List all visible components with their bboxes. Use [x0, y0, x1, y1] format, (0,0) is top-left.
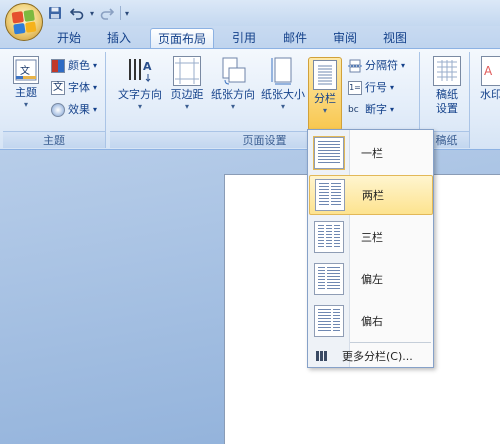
hyphenation-button[interactable]: bc 断字 ▾: [348, 100, 394, 120]
page-background-group: A 水印: [474, 52, 500, 148]
themes-icon: 文: [13, 56, 39, 84]
margins-label: 页边距: [170, 88, 204, 101]
manuscript-settings-button[interactable]: 稿纸 设置: [426, 56, 468, 128]
tab-mailings[interactable]: 邮件: [280, 28, 310, 48]
line-numbers-icon: 1=: [348, 81, 362, 95]
qat-separator: [120, 6, 122, 20]
columns-label: 分栏: [314, 92, 336, 105]
margins-button[interactable]: 页边距 ▾: [168, 56, 206, 128]
two-columns-label: 两栏: [362, 189, 384, 202]
watermark-label: 水印: [480, 88, 500, 101]
hyphenation-icon: bc: [348, 105, 359, 115]
left-column-icon: [314, 263, 344, 295]
breaks-icon: [348, 59, 362, 73]
tab-review[interactable]: 审阅: [330, 28, 360, 48]
one-column-label: 一栏: [361, 147, 383, 160]
two-columns-icon: [315, 179, 345, 211]
text-direction-icon: A: [126, 56, 154, 86]
manuscript-settings-label-1: 稿纸: [436, 88, 458, 101]
themes-button[interactable]: 文 主题 ▾: [6, 56, 46, 128]
theme-colors-label: 颜色: [68, 59, 90, 72]
undo-icon[interactable]: [68, 4, 86, 22]
breaks-button[interactable]: 分隔符 ▾: [348, 56, 405, 76]
paper-size-button[interactable]: 纸张大小 ▾: [260, 56, 306, 128]
orientation-icon: [219, 56, 247, 86]
more-columns-label: 更多分栏(C)...: [342, 350, 413, 363]
redo-icon[interactable]: [98, 4, 116, 22]
theme-colors-button[interactable]: 颜色 ▾: [51, 56, 97, 76]
menu-item-two-columns[interactable]: 两栏: [309, 175, 433, 215]
menu-item-left[interactable]: 偏左: [309, 259, 433, 299]
theme-effects-label: 效果: [68, 103, 90, 116]
tab-references[interactable]: 引用: [229, 28, 259, 48]
line-numbers-button[interactable]: 1= 行号 ▾: [348, 78, 394, 98]
themes-label: 主题: [15, 86, 37, 99]
more-columns-icon: [316, 351, 328, 361]
menu-separator: [350, 342, 431, 343]
columns-button[interactable]: 分栏 ▾: [308, 57, 342, 131]
svg-text:A: A: [143, 60, 152, 73]
text-direction-button[interactable]: A 文字方向 ▾: [114, 56, 166, 128]
tab-home[interactable]: 开始: [54, 28, 84, 48]
save-icon[interactable]: [46, 4, 64, 22]
chevron-down-icon: ▾: [322, 106, 327, 115]
chevron-down-icon: ▾: [23, 100, 28, 109]
theme-effects-button[interactable]: 效果 ▾: [51, 100, 97, 120]
orientation-button[interactable]: 纸张方向 ▾: [210, 56, 256, 128]
columns-icon: [313, 60, 337, 90]
manuscript-icon: [433, 56, 461, 86]
chevron-down-icon: ▾: [137, 102, 142, 111]
orientation-label: 纸张方向: [211, 88, 255, 101]
columns-dropdown-menu: 一栏 两栏 三栏 偏左 偏右 更多分栏(C)...: [307, 129, 434, 368]
tab-insert[interactable]: 插入: [104, 28, 134, 48]
office-logo-icon: [11, 9, 37, 35]
paper-size-label: 纸张大小: [261, 88, 305, 101]
margins-icon: [173, 56, 201, 86]
palette-icon: [51, 59, 65, 73]
watermark-button[interactable]: A 水印: [480, 56, 500, 128]
one-column-icon: [313, 136, 345, 170]
tab-page-layout[interactable]: 页面布局: [150, 28, 214, 48]
hyphenation-label: 断字: [365, 103, 387, 116]
menu-item-one-column[interactable]: 一栏: [309, 133, 433, 173]
breaks-label: 分隔符: [365, 59, 398, 72]
svg-text:A: A: [484, 64, 493, 78]
theme-group: 文 主题 ▾ 颜色 ▾ 文 字体 ▾ 效果 ▾ 主题: [3, 52, 106, 148]
effects-icon: [51, 103, 65, 117]
quick-access-toolbar: ▾ ▾: [46, 4, 129, 22]
svg-text:文: 文: [20, 64, 30, 77]
chevron-down-icon: ▾: [280, 102, 285, 111]
undo-dropdown-icon[interactable]: ▾: [90, 9, 94, 18]
theme-fonts-label: 字体: [68, 81, 90, 94]
tab-view[interactable]: 视图: [380, 28, 410, 48]
font-icon: 文: [51, 81, 65, 95]
chevron-down-icon: ▾: [230, 102, 235, 111]
right-label: 偏右: [361, 315, 383, 328]
menu-item-three-columns[interactable]: 三栏: [309, 217, 433, 257]
three-columns-label: 三栏: [361, 231, 383, 244]
menu-item-more-columns[interactable]: 更多分栏(C)...: [309, 344, 433, 368]
left-label: 偏左: [361, 273, 383, 286]
three-columns-icon: [314, 221, 344, 253]
title-bar: ▾ ▾: [0, 0, 500, 26]
menu-item-right[interactable]: 偏右: [309, 301, 433, 341]
right-column-icon: [314, 305, 344, 337]
paper-size-icon: [269, 56, 297, 86]
manuscript-settings-label-2: 设置: [436, 102, 458, 115]
line-numbers-label: 行号: [365, 81, 387, 94]
ribbon-tabs: 开始 插入 页面布局 引用 邮件 审阅 视图: [0, 26, 500, 48]
office-button[interactable]: [5, 3, 43, 41]
text-direction-label: 文字方向: [118, 88, 162, 101]
theme-fonts-button[interactable]: 文 字体 ▾: [51, 78, 97, 98]
chevron-down-icon: ▾: [184, 102, 189, 111]
watermark-icon: A: [481, 56, 500, 86]
theme-group-label: 主题: [3, 131, 105, 148]
customize-icon[interactable]: ▾: [125, 9, 129, 18]
